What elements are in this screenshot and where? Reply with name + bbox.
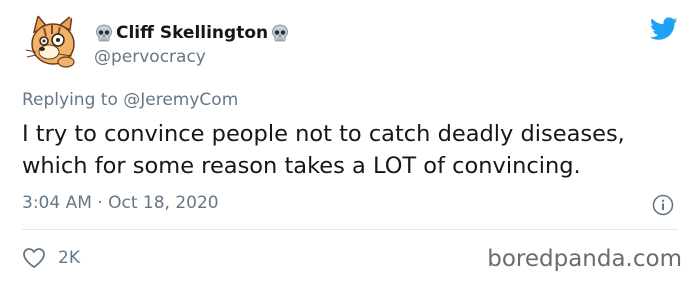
info-icon[interactable] bbox=[652, 194, 674, 216]
twitter-bird-icon[interactable] bbox=[649, 17, 678, 41]
skull-icon bbox=[270, 23, 290, 43]
reply-to-handle[interactable]: @JeremyCom bbox=[123, 90, 238, 110]
avatar[interactable] bbox=[22, 12, 84, 74]
author-display-name[interactable]: Cliff Skellington bbox=[94, 20, 290, 46]
heart-icon bbox=[22, 247, 46, 269]
divider bbox=[22, 229, 678, 230]
reply-prefix: Replying to bbox=[22, 90, 118, 110]
watermark: boredpanda.com bbox=[487, 246, 682, 272]
tweet-text: I try to convince people not to catch de… bbox=[22, 121, 625, 179]
skull-icon bbox=[94, 23, 114, 43]
author-handle[interactable]: @pervocracy bbox=[94, 47, 206, 67]
like-count: 2K bbox=[58, 248, 80, 268]
reply-context: Replying to @JeremyCom bbox=[22, 90, 238, 110]
tweet-timestamp[interactable]: 3:04 AM · Oct 18, 2020 bbox=[22, 193, 219, 213]
like-button[interactable]: 2K bbox=[22, 246, 80, 270]
author-name-text: Cliff Skellington bbox=[116, 23, 269, 43]
